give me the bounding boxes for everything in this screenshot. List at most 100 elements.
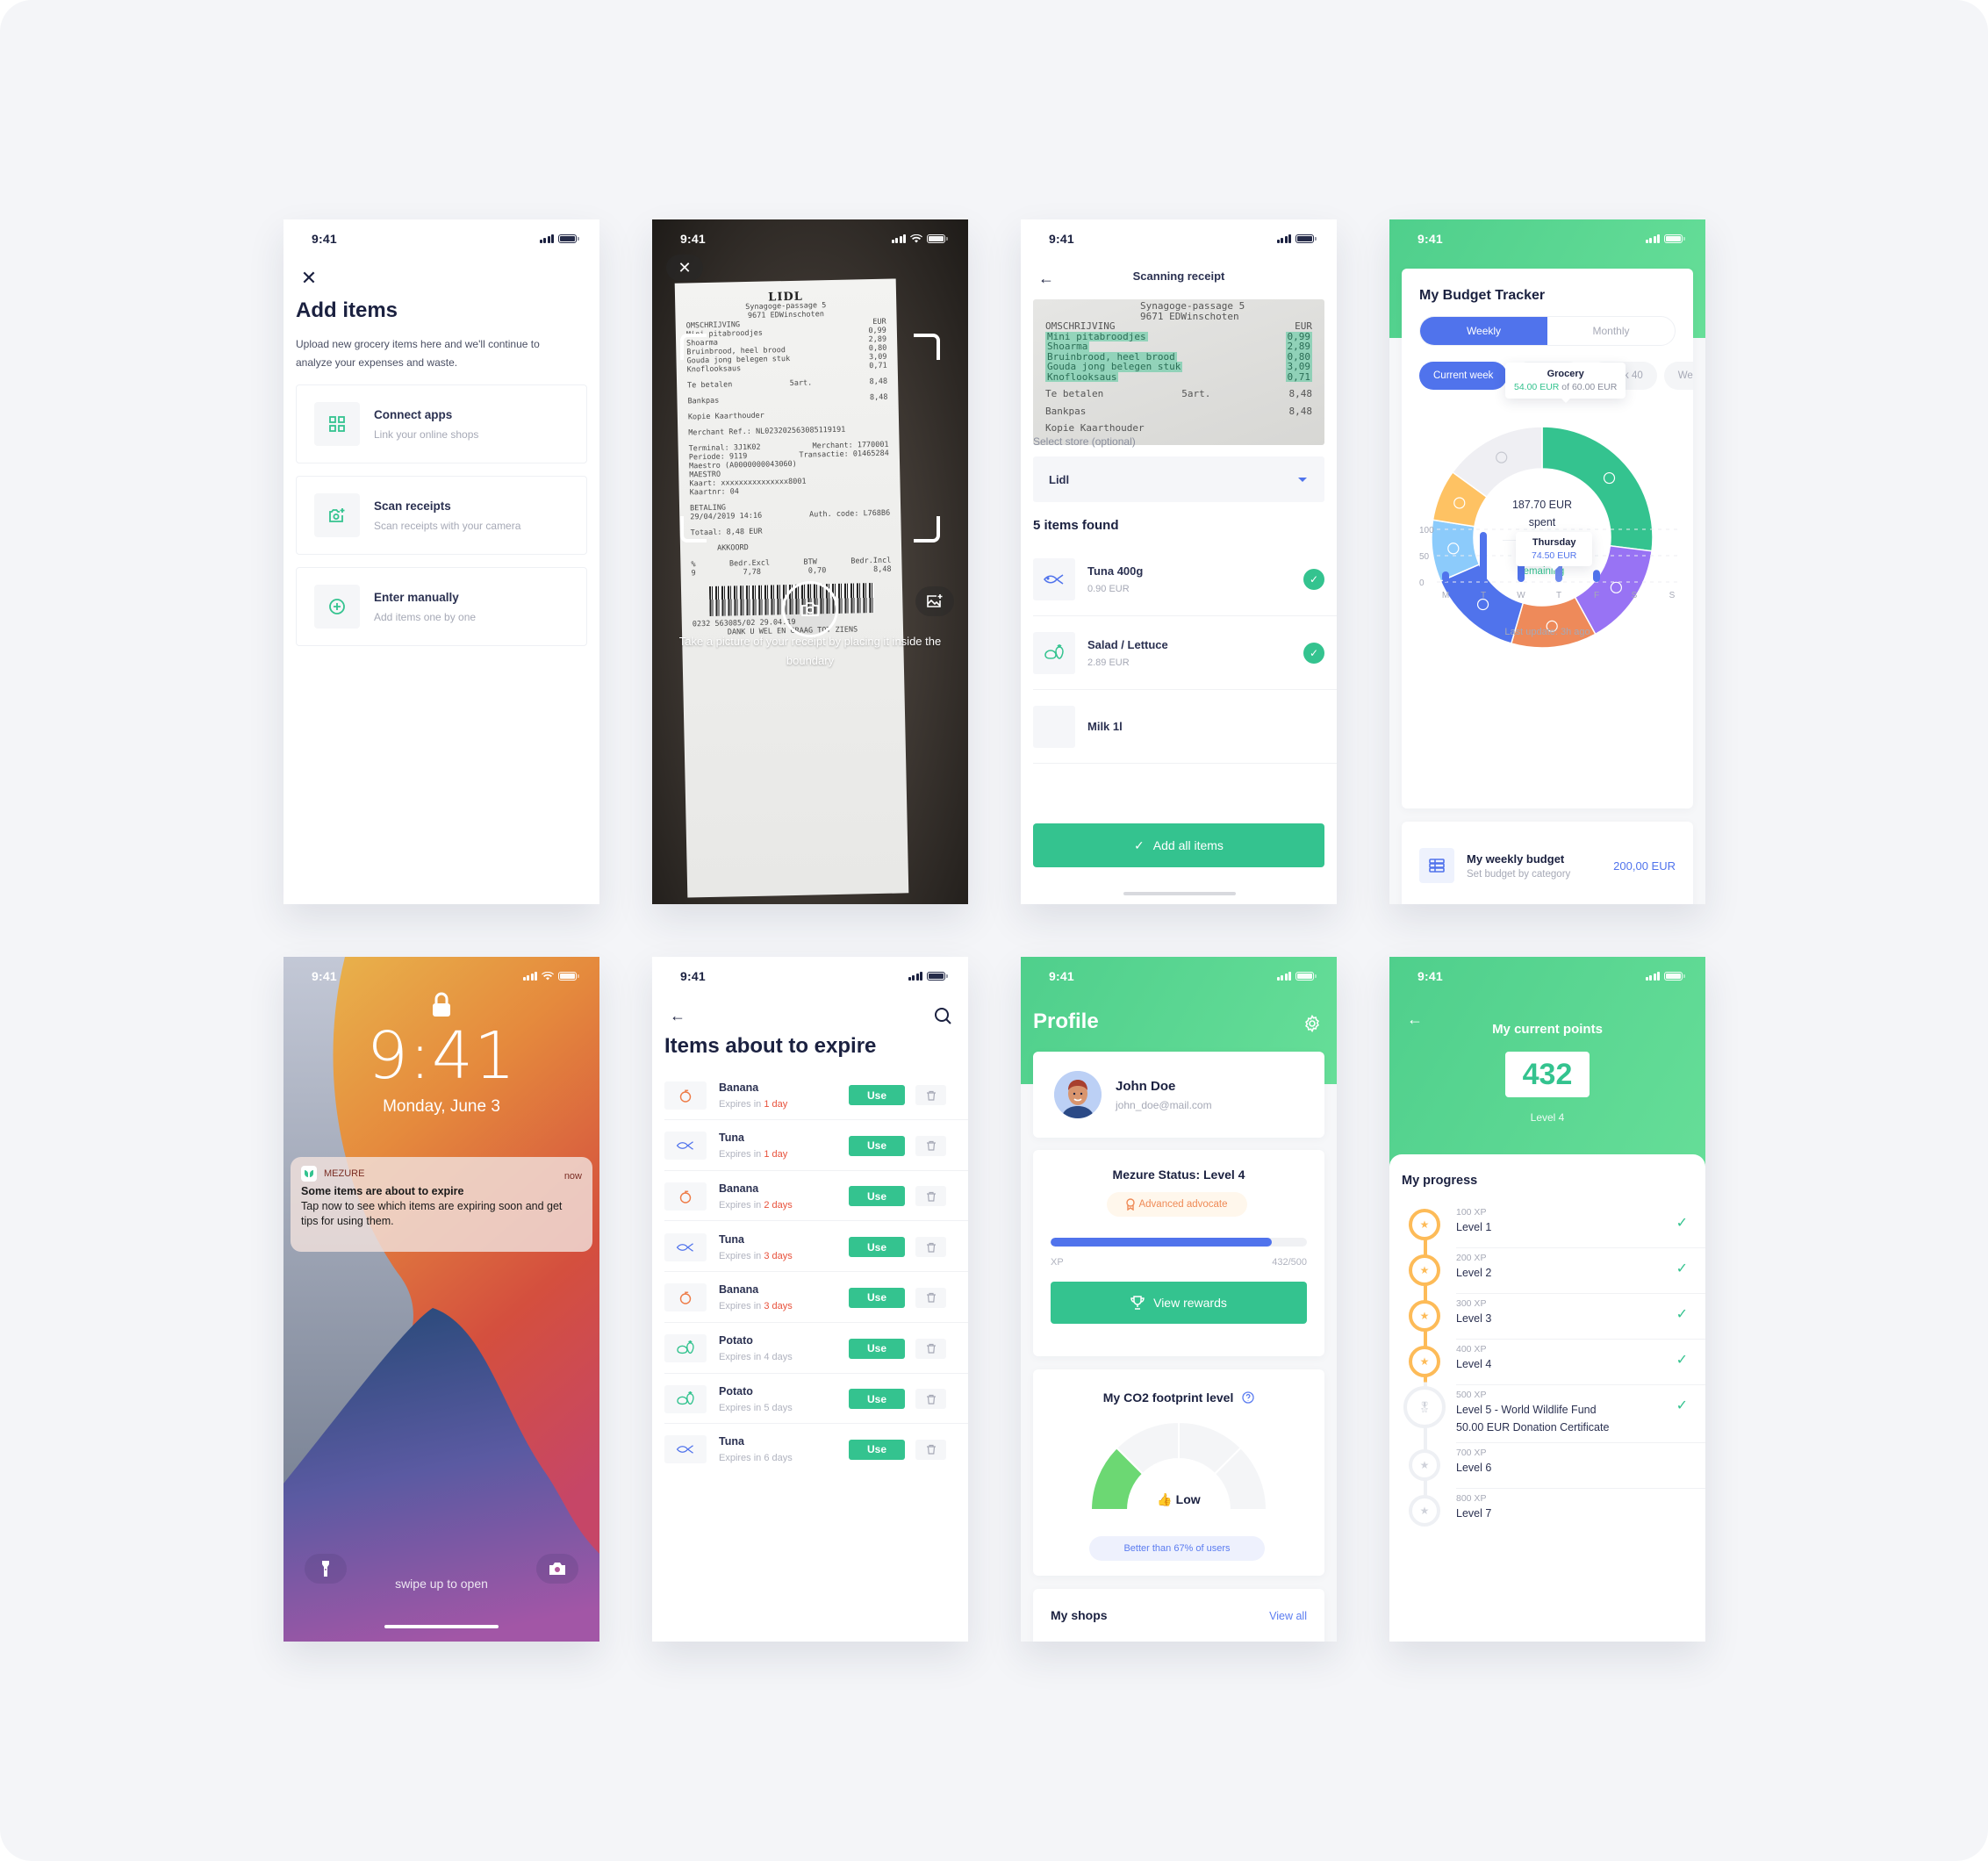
camera-screen: LIDL Synagoge-passage 5 9671 EDWinschote…: [652, 219, 968, 904]
use-button[interactable]: Use: [849, 1439, 905, 1460]
flashlight-icon: [322, 1561, 329, 1577]
signal-icon: [1276, 972, 1291, 981]
battery-icon: [1664, 972, 1685, 981]
signal-icon: [1645, 972, 1660, 981]
bar-4[interactable]: [1593, 570, 1600, 582]
weekly-budget-value[interactable]: 200,00 EUR: [1613, 859, 1676, 873]
delete-button[interactable]: [915, 1237, 946, 1258]
notification-app: MEZURE: [324, 1168, 365, 1179]
level-name: Level 7: [1456, 1507, 1492, 1520]
page-title: Scanning receipt: [1132, 269, 1225, 283]
delete-button[interactable]: [915, 1186, 946, 1207]
shops-card: My shops View all: [1033, 1589, 1324, 1642]
level-reward: 50.00 EUR Donation Certificate: [1456, 1421, 1610, 1433]
trash-icon: [926, 1090, 936, 1101]
avatar: [1054, 1071, 1102, 1118]
status-time: 9:41: [312, 232, 337, 246]
use-button[interactable]: Use: [849, 1085, 905, 1105]
use-button[interactable]: Use: [849, 1135, 905, 1156]
delete-button[interactable]: [915, 1287, 946, 1308]
status-time: 9:41: [680, 232, 706, 246]
trash-icon: [926, 1191, 936, 1202]
option-enter-manually[interactable]: Enter manually Add items one by one: [296, 567, 587, 646]
delete-button[interactable]: [915, 1135, 946, 1156]
use-button[interactable]: Use: [849, 1287, 905, 1308]
use-button[interactable]: Use: [849, 1186, 905, 1207]
item-checked-toggle[interactable]: ✓: [1303, 643, 1324, 664]
help-icon[interactable]: [1242, 1391, 1254, 1404]
option-connect-apps[interactable]: Connect apps Link your online shops: [296, 384, 587, 463]
delete-button[interactable]: [915, 1085, 946, 1105]
option-subtitle: Scan receipts with your camera: [374, 519, 521, 532]
item-price: 0.90 EUR: [1087, 583, 1130, 594]
user-card[interactable]: John Doe john_doe@mail.com: [1033, 1052, 1324, 1138]
bar-0[interactable]: [1442, 571, 1449, 582]
status-badge-label: Advanced advocate: [1138, 1199, 1228, 1210]
store-select[interactable]: Lidl: [1033, 456, 1324, 502]
settings-button[interactable]: [1300, 1011, 1324, 1036]
row-divider: [1456, 1293, 1705, 1294]
level-xp: 700 XP: [1456, 1448, 1487, 1458]
use-button[interactable]: Use: [849, 1389, 905, 1410]
receipt-line: 8,48: [1288, 405, 1313, 417]
level-xp: 500 XP: [1456, 1390, 1487, 1400]
x-tick-label: T: [1556, 591, 1561, 600]
x-tick-label: S: [1669, 591, 1676, 600]
search-button[interactable]: [929, 1002, 956, 1029]
camera-icon: [801, 602, 819, 616]
bar-1[interactable]: [1480, 532, 1487, 582]
add-all-items-button[interactable]: ✓ Add all items: [1033, 823, 1324, 867]
close-button[interactable]: ✕: [296, 265, 322, 291]
gallery-button[interactable]: [915, 586, 954, 616]
weekly-budget-card[interactable]: My weekly budget Set budget by category …: [1402, 822, 1693, 904]
trash-icon: [926, 1242, 936, 1253]
notification[interactable]: MEZURE now Some items are about to expir…: [291, 1157, 592, 1252]
found-item[interactable]: Milk 1l: [1033, 690, 1337, 764]
shutter-button[interactable]: [782, 581, 838, 637]
vegetables-icon: [664, 1384, 707, 1413]
row-divider: [1456, 1339, 1705, 1340]
row-divider: [664, 1169, 968, 1171]
found-item[interactable]: Tuna 400g 0.90 EUR ✓: [1033, 542, 1337, 616]
item-checked-toggle[interactable]: ✓: [1303, 569, 1324, 590]
option-title: Scan receipts: [374, 499, 451, 513]
status-badge: Advanced advocate: [1107, 1192, 1247, 1217]
level-name: Level 3: [1456, 1312, 1492, 1325]
use-button[interactable]: Use: [849, 1237, 905, 1258]
view-rewards-button[interactable]: View rewards: [1051, 1282, 1307, 1324]
found-item[interactable]: Salad / Lettuce 2.89 EUR ✓: [1033, 616, 1337, 690]
receipt-line: 0,99: [868, 326, 886, 336]
check-icon: ✓: [1676, 1398, 1688, 1413]
shops-view-all-link[interactable]: View all: [1269, 1610, 1307, 1622]
row-divider: [1456, 1442, 1705, 1443]
co2-title-label: My CO2 footprint level: [1102, 1390, 1234, 1405]
fish-icon: [664, 1232, 707, 1261]
delete-button[interactable]: [915, 1338, 946, 1359]
receipt-line: Knoflooksaus: [686, 364, 742, 375]
option-title: Connect apps: [374, 407, 453, 421]
last-update: Last update: 3h ago: [1504, 627, 1590, 637]
thumbs-up-icon: 👍: [1157, 1492, 1173, 1506]
ribbon-icon: [1126, 1198, 1136, 1211]
row-divider: [1456, 1488, 1705, 1489]
delete-button[interactable]: [915, 1389, 946, 1410]
back-button[interactable]: ←: [664, 1002, 691, 1029]
home-indicator[interactable]: [384, 1625, 499, 1628]
option-scan-receipts[interactable]: Scan receipts Scan receipts with your cam…: [296, 476, 587, 555]
use-button[interactable]: Use: [849, 1338, 905, 1359]
trash-icon: [926, 1394, 936, 1405]
battery-icon: [927, 972, 948, 981]
receipt-line: Transactie: 01465284: [799, 449, 889, 460]
item-expiry: Expires in 1 day: [719, 1149, 788, 1160]
receipt-line: 0,70: [807, 566, 827, 576]
signal-icon: [1645, 234, 1660, 243]
delete-button[interactable]: [915, 1439, 946, 1460]
close-button[interactable]: ✕: [666, 255, 703, 281]
check-icon: ✓: [1676, 1261, 1688, 1276]
item-name: Potato: [719, 1334, 753, 1347]
item-name: Tuna 400g: [1087, 564, 1144, 578]
points-screen: 9:41 ← My current points 432 Level 4 My …: [1389, 957, 1705, 1642]
gear-icon: [1305, 1015, 1319, 1032]
item-price: 2.89 EUR: [1087, 657, 1130, 668]
close-icon: ✕: [678, 258, 692, 277]
